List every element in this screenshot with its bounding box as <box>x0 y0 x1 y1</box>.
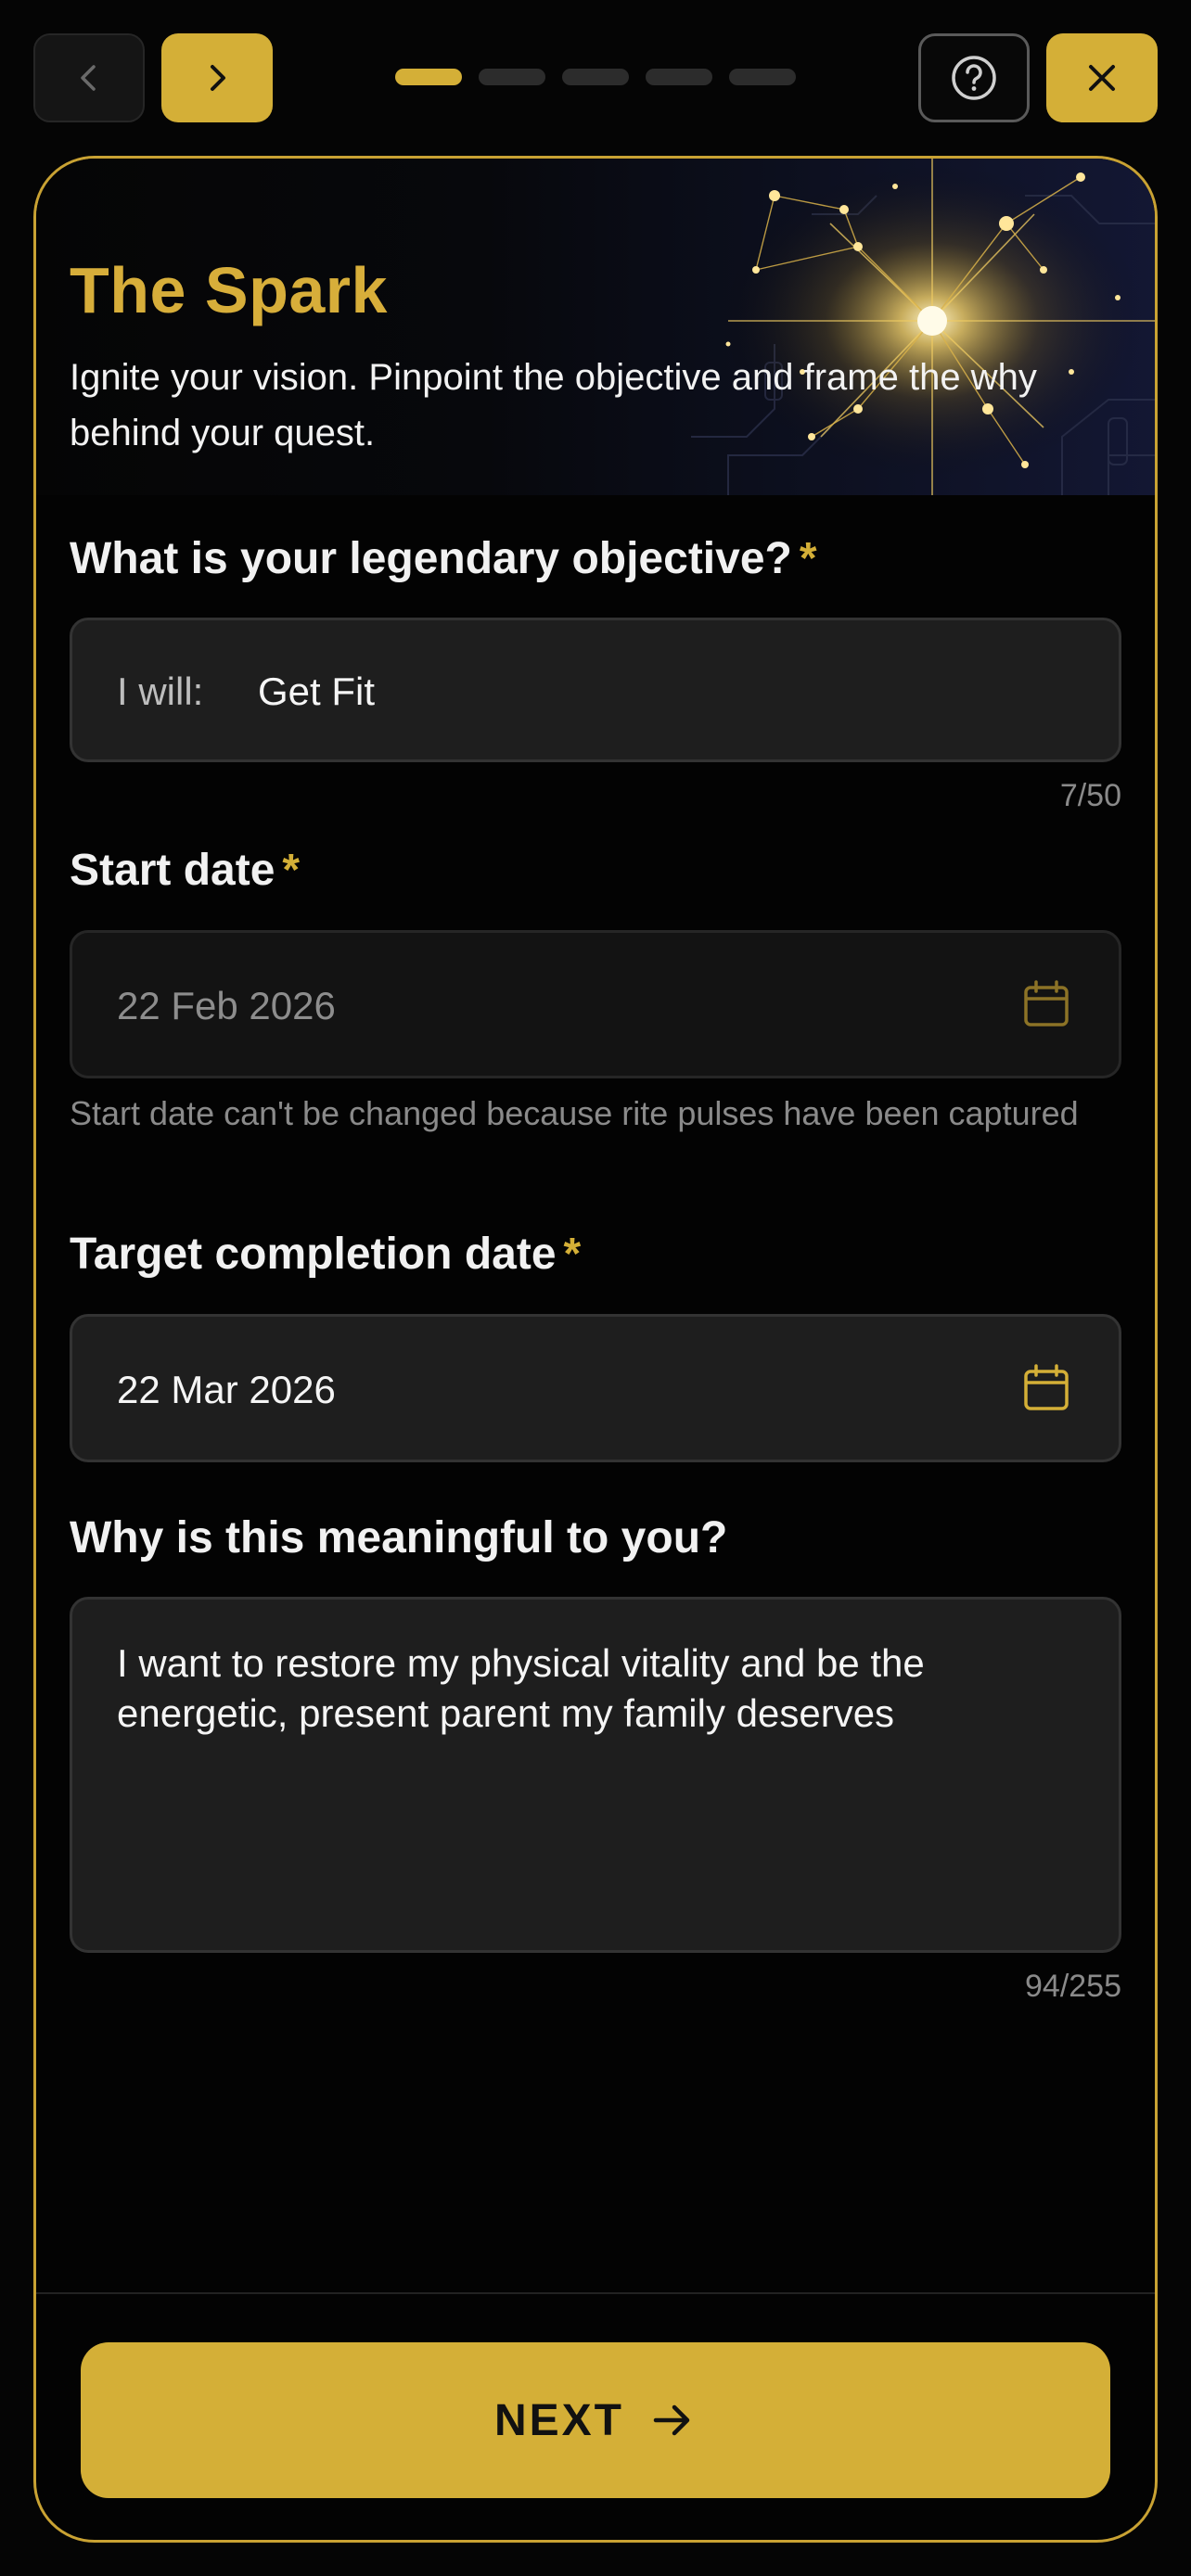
start-date-helper-text: Start date can't be changed because rite… <box>70 1094 1079 1132</box>
progress-step-3 <box>562 69 629 85</box>
start-date-label: Start date * <box>70 845 300 896</box>
question-circle-icon <box>952 56 996 100</box>
page-subtitle: Ignite your vision. Pinpoint the objecti… <box>70 357 1037 453</box>
required-mark: * <box>282 846 301 895</box>
meaning-label: Why is this meaningful to you? <box>70 1513 728 1562</box>
help-button[interactable] <box>918 33 1030 122</box>
calendar-icon <box>1024 980 1069 1027</box>
start-date-label-text: Start date <box>70 846 275 895</box>
next-button[interactable]: NEXT <box>81 2342 1110 2498</box>
progress-step-2 <box>479 69 545 85</box>
arrow-right-icon <box>653 2404 690 2436</box>
calendar-icon[interactable] <box>1020 1362 1072 1414</box>
forward-button[interactable] <box>161 33 273 122</box>
next-button-label: NEXT <box>493 2395 624 2445</box>
target-date-label-text: Target completion date <box>70 1230 557 1279</box>
progress-step-5 <box>729 69 796 85</box>
meaning-textarea[interactable]: I want to restore my physical vitality a… <box>70 1597 1121 1953</box>
objective-label: What is your legendary objective? * <box>70 533 817 584</box>
meaning-value[interactable]: I want to restore my physical vitality a… <box>117 1639 1082 1739</box>
objective-label-text: What is your legendary objective? <box>70 534 792 583</box>
hero-banner: The Spark Ignite your vision. Pinpoint t… <box>36 159 1155 495</box>
form-card: The Spark Ignite your vision. Pinpoint t… <box>33 156 1158 2543</box>
footer-divider <box>36 2292 1155 2294</box>
required-mark: * <box>563 1230 582 1279</box>
objective-char-counter: 7/50 <box>1059 778 1121 813</box>
progress-step-1 <box>395 69 462 85</box>
chevron-right-icon <box>211 65 225 91</box>
target-date-field[interactable]: 22 Mar 2026 <box>70 1314 1121 1462</box>
start-date-field: 22 Feb 2026 <box>70 930 1121 1078</box>
top-bar <box>0 0 1191 156</box>
chevron-left-icon <box>81 65 96 91</box>
objective-value[interactable]: Get Fit <box>258 670 375 714</box>
meaning-char-counter: 94/255 <box>1025 1969 1121 2004</box>
required-mark: * <box>799 534 817 583</box>
back-button[interactable] <box>33 33 145 122</box>
objective-input[interactable]: I will: Get Fit <box>70 618 1121 762</box>
close-button[interactable] <box>1046 33 1158 122</box>
start-date-value: 22 Feb 2026 <box>117 984 336 1027</box>
target-date-value: 22 Mar 2026 <box>117 1368 336 1411</box>
step-progress <box>395 69 796 85</box>
objective-prefix: I will: <box>117 670 204 713</box>
target-date-label: Target completion date * <box>70 1229 581 1280</box>
page-title: The Spark <box>70 254 388 326</box>
progress-step-4 <box>646 69 712 85</box>
close-icon <box>1089 65 1115 91</box>
